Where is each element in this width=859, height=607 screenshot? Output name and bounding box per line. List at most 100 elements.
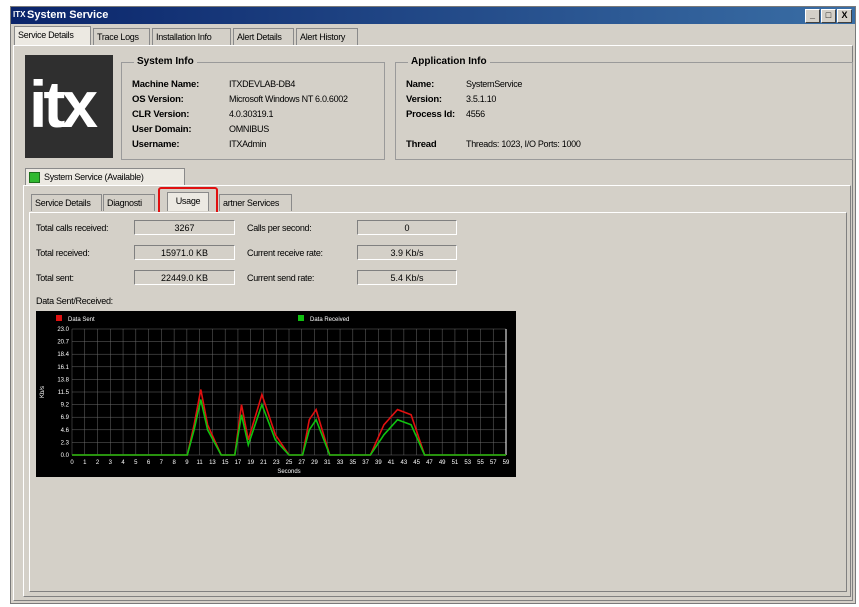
subtab-service-details[interactable]: Service Details — [31, 194, 102, 211]
x-tick-label: 35 — [349, 460, 356, 466]
x-tick-label: 25 — [286, 460, 293, 466]
app-name-label: Name: — [406, 79, 435, 90]
app-version-value: 3.5.1.10 — [466, 94, 497, 104]
itx-logo: itx — [25, 55, 113, 158]
y-tick-label: 20.7 — [57, 340, 69, 346]
title-bar[interactable]: ITX System Service _ □ X — [11, 7, 855, 24]
application-info-group: Application Info Name: SystemService Ver… — [395, 56, 853, 160]
tab-alert-history[interactable]: Alert History — [296, 28, 358, 45]
usage-tab-highlight — [158, 187, 218, 215]
x-tick-label: 19 — [247, 460, 254, 466]
thread-value: Threads: 1023, I/O Ports: 1000 — [466, 139, 581, 149]
window-controls: _ □ X — [804, 9, 852, 26]
x-tick-label: 5 — [134, 460, 138, 466]
x-axis-label: Seconds — [277, 469, 300, 475]
x-tick-label: 33 — [337, 460, 344, 466]
status-available-icon — [29, 172, 40, 184]
machine-name-label: Machine Name: — [132, 79, 200, 90]
total-received-label: Total received: — [36, 248, 90, 258]
logo-text: itx — [29, 67, 98, 141]
tab-system-service[interactable]: System Service (Available) — [25, 168, 185, 185]
application-info-title: Application Info — [408, 56, 490, 67]
total-calls-field: 3267 — [134, 220, 235, 235]
calls-per-second-label: Calls per second: — [247, 223, 312, 233]
subtab-diagnostics[interactable]: Diagnosti — [103, 194, 155, 211]
y-tick-label: 11.5 — [58, 390, 70, 396]
close-button[interactable]: X — [837, 9, 852, 23]
minimize-button[interactable]: _ — [805, 9, 820, 23]
send-rate-field: 5.4 Kb/s — [357, 270, 457, 285]
x-tick-label: 55 — [477, 460, 484, 466]
y-tick-label: 4.6 — [61, 428, 70, 434]
y-tick-label: 9.2 — [61, 403, 70, 409]
x-tick-label: 45 — [413, 460, 420, 466]
process-id-label: Process Id: — [406, 109, 456, 120]
system-service-window: ITX System Service _ □ X Service Details T… — [10, 6, 856, 604]
tab-trace-logs[interactable]: Trace Logs — [93, 28, 150, 45]
x-tick-label: 3 — [109, 460, 113, 466]
process-id-value: 4556 — [466, 109, 485, 119]
x-tick-label: 27 — [298, 460, 305, 466]
os-version-value: Microsoft Windows NT 6.0.6002 — [229, 94, 348, 104]
receive-rate-label: Current receive rate: — [247, 248, 323, 258]
itx-icon: ITX — [13, 10, 26, 19]
receive-rate-field: 3.9 Kb/s — [357, 245, 457, 260]
x-tick-label: 47 — [426, 460, 433, 466]
user-domain-value: OMNIBUS — [229, 124, 269, 134]
maximize-button[interactable]: □ — [821, 9, 836, 23]
x-tick-label: 15 — [222, 460, 229, 466]
clr-version-value: 4.0.30319.1 — [229, 109, 274, 119]
data-chart: 0 1 2 3 4 5 6 7 8 9 11 13 15 17 19 21 23 25 27 29 31 33 35 37 39… — [36, 311, 516, 477]
chart-caption: Data Sent/Received: — [36, 296, 113, 306]
y-tick-label: 2.3 — [61, 440, 70, 446]
app-name-value: SystemService — [466, 79, 523, 89]
x-tick-label: 0 — [70, 460, 74, 466]
x-tick-label: 11 — [197, 460, 204, 466]
x-tick-label: 8 — [172, 460, 176, 466]
x-tick-label: 21 — [260, 460, 267, 466]
x-tick-label: 49 — [439, 460, 446, 466]
app-version-label: Version: — [406, 94, 442, 105]
x-tick-label: 51 — [452, 460, 459, 466]
x-tick-label: 7 — [160, 460, 164, 466]
x-tick-label: 43 — [401, 460, 408, 466]
x-tick-label: 31 — [324, 460, 331, 466]
y-tick-label: 23.0 — [57, 327, 69, 333]
x-tick-label: 1 — [83, 460, 87, 466]
y-tick-label: 0.0 — [61, 453, 70, 459]
thread-label: Thread — [406, 139, 437, 150]
legend-label: Data Received — [310, 317, 349, 323]
x-tick-label: 41 — [388, 460, 395, 466]
subtab-partner-services[interactable]: artner Services — [219, 194, 292, 211]
total-sent-label: Total sent: — [36, 273, 74, 283]
legend-swatch — [298, 315, 304, 321]
os-version-label: OS Version: — [132, 94, 184, 105]
x-tick-label: 59 — [503, 460, 510, 466]
x-tick-label: 57 — [490, 460, 497, 466]
tab-alert-details[interactable]: Alert Details — [233, 28, 294, 45]
tab-installation-info[interactable]: Installation Info — [152, 28, 231, 45]
window-title: System Service — [27, 9, 109, 21]
y-tick-label: 16.1 — [57, 365, 69, 371]
total-sent-field: 22449.0 KB — [134, 270, 235, 285]
send-rate-label: Current send rate: — [247, 273, 315, 283]
clr-version-label: CLR Version: — [132, 109, 190, 120]
legend-swatch — [56, 315, 62, 321]
x-tick-label: 29 — [311, 460, 318, 466]
y-tick-label: 6.9 — [61, 415, 70, 421]
x-tick-label: 2 — [96, 460, 100, 466]
tab-service-details[interactable]: Service Details — [14, 26, 91, 45]
x-tick-label: 9 — [185, 460, 189, 466]
data-chart-svg: 0 1 2 3 4 5 6 7 8 9 11 13 15 17 19 21 23 25 27 29 31 33 35 37 39… — [40, 315, 510, 475]
user-domain-label: User Domain: — [132, 124, 192, 135]
service-tab-label: System Service (Available) — [44, 172, 144, 182]
system-info-group: System Info Machine Name: ITXDEVLAB-DB4 … — [121, 56, 385, 160]
legend-label: Data Sent — [68, 317, 95, 323]
x-tick-label: 13 — [209, 460, 216, 466]
total-calls-label: Total calls received: — [36, 223, 109, 233]
x-tick-label: 6 — [147, 460, 151, 466]
machine-name-value: ITXDEVLAB-DB4 — [229, 79, 296, 89]
total-received-field: 15971.0 KB — [134, 245, 235, 260]
username-value: ITXAdmin — [229, 139, 267, 149]
y-axis-label: Kb/s — [40, 386, 46, 398]
